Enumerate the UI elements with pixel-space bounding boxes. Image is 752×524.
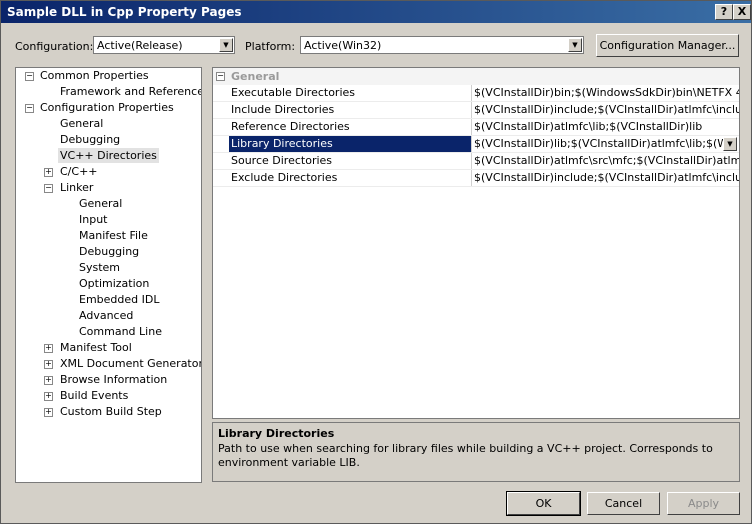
close-button[interactable]: X — [733, 4, 751, 20]
tree-item-xml-doc[interactable]: XML Document Generator — [58, 356, 201, 371]
description-pane: Library Directories Path to use when sea… — [212, 422, 740, 482]
property-name: Include Directories — [231, 103, 335, 116]
collapse-icon[interactable]: − — [44, 184, 53, 193]
tree-item-manifest-tool[interactable]: Manifest Tool — [58, 340, 134, 355]
tree-item-linker-debugging[interactable]: Debugging — [77, 244, 141, 259]
configuration-value: Active(Release) — [97, 39, 183, 52]
property-row[interactable]: Exclude Directories $(VCInstallDir)inclu… — [213, 170, 739, 187]
chevron-down-icon[interactable]: ▼ — [568, 38, 582, 52]
expand-icon[interactable]: + — [44, 344, 53, 353]
tree-item-linker-optimization[interactable]: Optimization — [77, 276, 151, 291]
configuration-manager-button[interactable]: Configuration Manager... — [596, 34, 739, 57]
tree-item-linker-embedded-idl[interactable]: Embedded IDL — [77, 292, 161, 307]
description-title: Library Directories — [218, 427, 335, 440]
property-pages-window: Sample DLL in Cpp Property Pages ? X Con… — [0, 0, 752, 524]
expand-icon[interactable]: + — [44, 408, 53, 417]
description-text: Path to use when searching for library f… — [218, 442, 713, 469]
property-name: Source Directories — [231, 154, 333, 167]
property-tree: − Common Properties Framework and Refere… — [15, 67, 202, 483]
collapse-icon[interactable]: − — [25, 72, 34, 81]
property-row[interactable]: Reference Directories $(VCInstallDir)atl… — [213, 119, 739, 136]
property-row[interactable]: Source Directories $(VCInstallDir)atlmfc… — [213, 153, 739, 170]
property-value[interactable]: $(VCInstallDir)include;$(VCInstallDir)at… — [471, 102, 739, 118]
tree-item-build-events[interactable]: Build Events — [58, 388, 130, 403]
collapse-icon[interactable]: − — [216, 72, 225, 81]
tree-item-linker-advanced[interactable]: Advanced — [77, 308, 135, 323]
configuration-dropdown[interactable]: Active(Release) ▼ — [93, 36, 235, 54]
tree-item-linker-system[interactable]: System — [77, 260, 122, 275]
cancel-button[interactable]: Cancel — [587, 492, 660, 515]
chevron-down-icon[interactable]: ▼ — [723, 137, 737, 151]
property-row[interactable]: Include Directories $(VCInstallDir)inclu… — [213, 102, 739, 119]
tree-item-linker-command-line[interactable]: Command Line — [77, 324, 164, 339]
tree-item-vc-directories[interactable]: VC++ Directories — [58, 148, 159, 163]
tree-item-custom-build[interactable]: Custom Build Step — [58, 404, 164, 419]
property-value[interactable]: $(VCInstallDir)lib;$(VCInstallDir)atlmfc… — [471, 136, 724, 152]
property-name: Library Directories — [229, 136, 471, 152]
expand-icon[interactable]: + — [44, 360, 53, 369]
tree-item-linker-manifest-file[interactable]: Manifest File — [77, 228, 150, 243]
platform-dropdown[interactable]: Active(Win32) ▼ — [300, 36, 584, 54]
tree-item-framework[interactable]: Framework and References — [58, 84, 201, 99]
property-value[interactable]: $(VCInstallDir)bin;$(WindowsSdkDir)bin\N… — [471, 85, 739, 101]
tree-item-common-properties[interactable]: Common Properties — [38, 68, 151, 83]
tree-item-browse-info[interactable]: Browse Information — [58, 372, 169, 387]
tree-item-linker-input[interactable]: Input — [77, 212, 109, 227]
property-name: Executable Directories — [231, 86, 356, 99]
platform-value: Active(Win32) — [304, 39, 382, 52]
property-name: Reference Directories — [231, 120, 350, 133]
tree-item-debugging[interactable]: Debugging — [58, 132, 122, 147]
window-title: Sample DLL in Cpp Property Pages — [7, 5, 242, 19]
collapse-icon[interactable]: − — [25, 104, 34, 113]
help-button[interactable]: ? — [715, 4, 733, 20]
tree-item-linker-general[interactable]: General — [77, 196, 124, 211]
property-value[interactable]: $(VCInstallDir)atlmfc\src\mfc;$(VCInstal… — [471, 153, 739, 169]
chevron-down-icon[interactable]: ▼ — [219, 38, 233, 52]
grid-category: − General — [213, 68, 739, 85]
category-label: General — [231, 70, 280, 83]
configuration-label: Configuration: — [15, 40, 94, 53]
platform-label: Platform: — [245, 40, 296, 53]
ok-button[interactable]: OK — [506, 491, 581, 516]
property-row[interactable]: Executable Directories $(VCInstallDir)bi… — [213, 85, 739, 102]
tree-item-configuration-properties[interactable]: Configuration Properties — [38, 100, 176, 115]
tree-item-cc[interactable]: C/C++ — [58, 164, 100, 179]
tree-item-general[interactable]: General — [58, 116, 105, 131]
property-grid: − General Executable Directories $(VCIns… — [212, 67, 740, 419]
property-name: Exclude Directories — [231, 171, 338, 184]
apply-button[interactable]: Apply — [667, 492, 740, 515]
expand-icon[interactable]: + — [44, 168, 53, 177]
tree-item-linker[interactable]: Linker — [58, 180, 95, 195]
expand-icon[interactable]: + — [44, 376, 53, 385]
property-value[interactable]: $(VCInstallDir)atlmfc\lib;$(VCInstallDir… — [471, 119, 739, 135]
title-bar: Sample DLL in Cpp Property Pages ? X — [1, 1, 751, 23]
property-row-selected[interactable]: Library Directories $(VCInstallDir)lib;$… — [213, 136, 739, 153]
property-value[interactable]: $(VCInstallDir)include;$(VCInstallDir)at… — [471, 170, 739, 186]
expand-icon[interactable]: + — [44, 392, 53, 401]
